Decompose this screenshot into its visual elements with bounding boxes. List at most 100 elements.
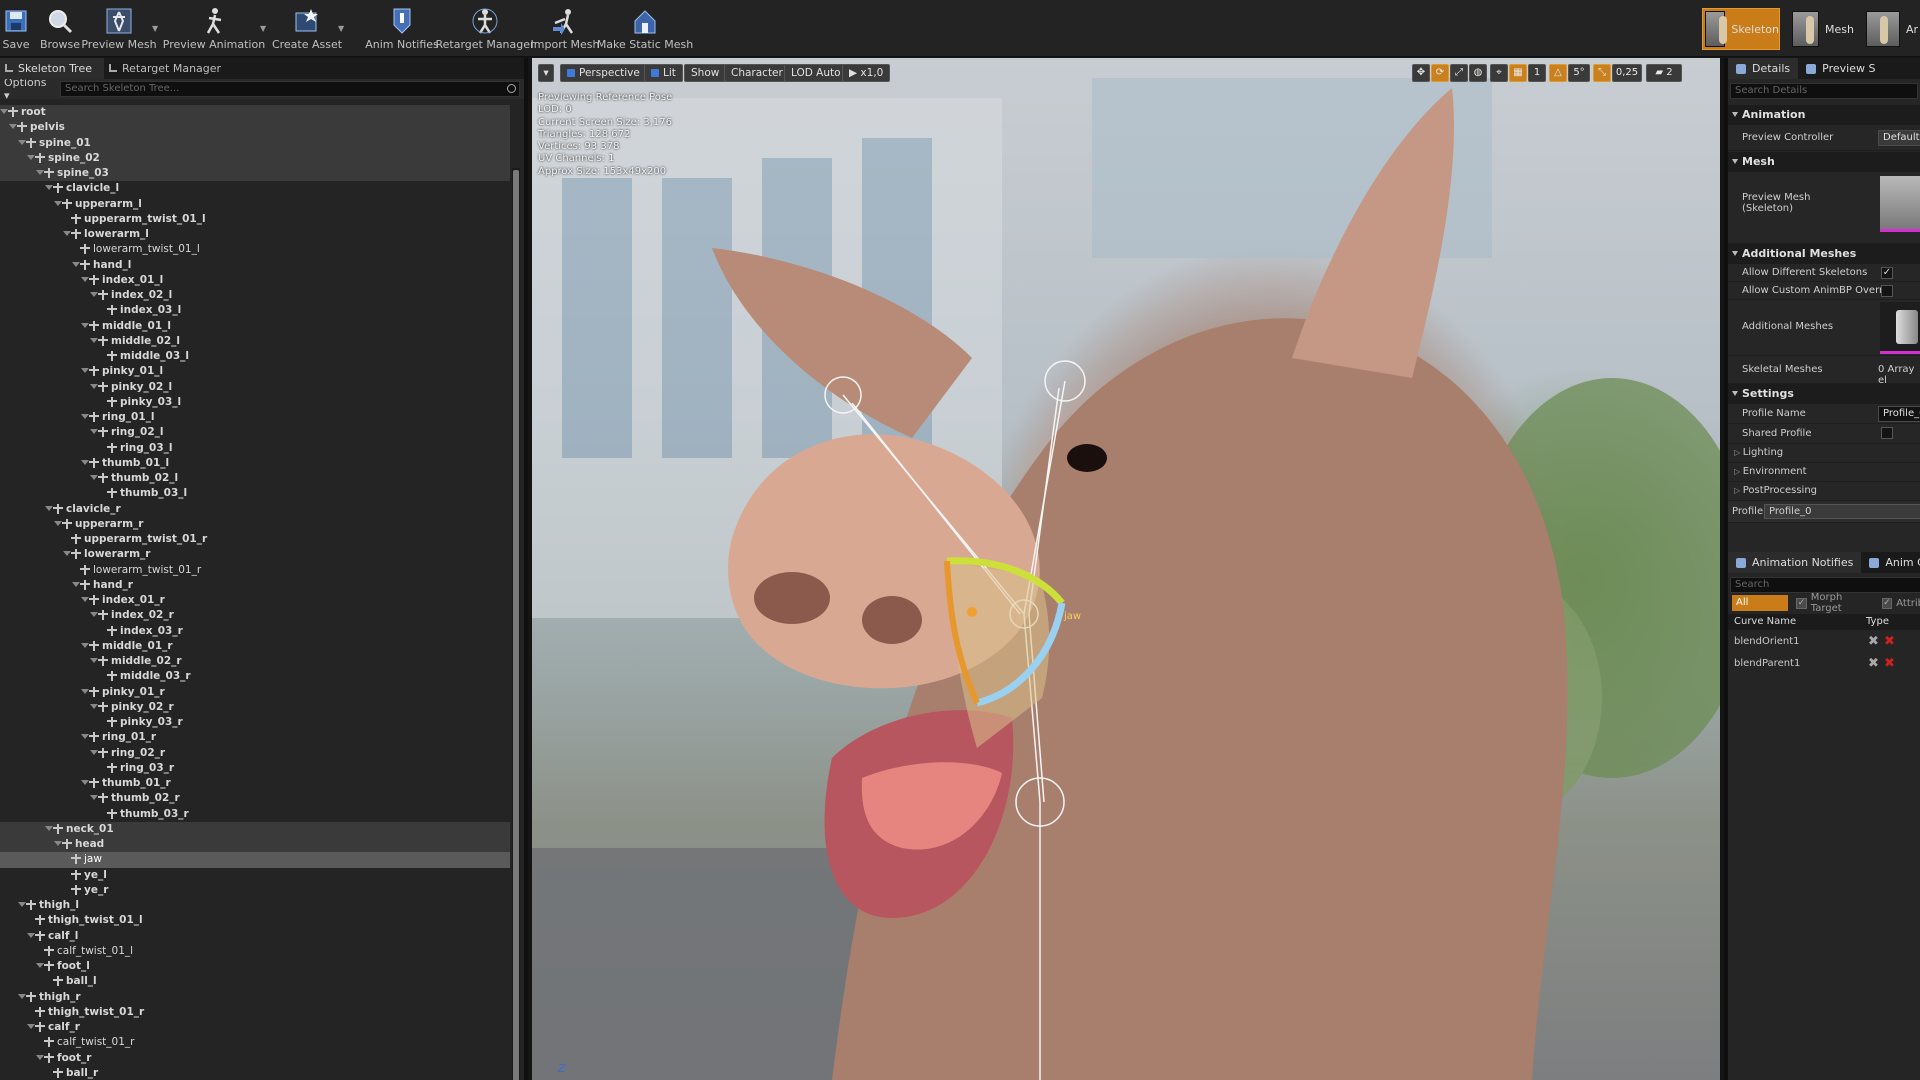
import-mesh-button[interactable]: Import Mesh	[531, 0, 599, 57]
tree-item-ye_r[interactable]: ye_r	[0, 883, 510, 898]
delete-curve-icon[interactable]: ✖	[1884, 656, 1895, 671]
tree-item-thigh_twist_01_r[interactable]: thigh_twist_01_r	[0, 1005, 510, 1020]
curve-name-header[interactable]: Curve Name	[1734, 616, 1796, 627]
tree-item-middle_01_r[interactable]: middle_01_r	[0, 639, 510, 654]
animation-category[interactable]: Animation	[1728, 105, 1920, 125]
rotate-tool-icon[interactable]: ⟳	[1431, 64, 1449, 82]
expand-arrow-icon[interactable]	[45, 185, 53, 191]
expand-arrow-icon[interactable]	[81, 688, 89, 694]
morph-type-icon[interactable]: ✖	[1868, 656, 1879, 671]
lod-button[interactable]: LOD Auto	[784, 64, 848, 82]
expand-arrow-icon[interactable]	[90, 475, 98, 480]
tree-item-pinky_01_r[interactable]: pinky_01_r	[0, 685, 510, 700]
expand-arrow-icon[interactable]	[90, 749, 98, 755]
tree-item-root[interactable]: root	[0, 105, 510, 121]
expand-arrow-icon[interactable]	[63, 551, 71, 557]
tree-item-middle_03_r[interactable]: middle_03_r	[0, 669, 510, 684]
expand-arrow-icon[interactable]	[81, 597, 89, 602]
expand-arrow-icon[interactable]	[18, 902, 26, 907]
tab-skeleton-tree[interactable]: Skeleton Tree	[0, 58, 104, 79]
expand-arrow-icon[interactable]	[18, 993, 26, 999]
surface-snap-icon[interactable]: ⌖	[1490, 64, 1508, 82]
browse-button[interactable]: Browse	[40, 0, 80, 57]
expand-arrow-icon[interactable]	[90, 337, 98, 343]
tree-item-calf_twist_01_l[interactable]: calf_twist_01_l	[0, 944, 510, 959]
tree-item-index_03_l[interactable]: index_03_l	[0, 303, 510, 318]
tab-preview-scene[interactable]: Preview S	[1798, 58, 1883, 79]
tree-item-thumb_02_r[interactable]: thumb_02_r	[0, 791, 510, 806]
shared-profile-checkbox[interactable]	[1881, 427, 1893, 439]
expand-arrow-icon[interactable]	[90, 703, 98, 709]
viewport-options-dropdown[interactable]: ▾	[538, 64, 554, 82]
expand-arrow-icon[interactable]	[27, 1024, 35, 1029]
allow-different-skeletons-checkbox[interactable]: ✓	[1881, 267, 1893, 279]
playback-speed-button[interactable]: ▶ x1,0	[842, 64, 891, 82]
tree-item-thigh_l[interactable]: thigh_l	[0, 898, 510, 913]
expand-arrow-icon[interactable]	[54, 200, 62, 206]
tree-item-head[interactable]: head	[0, 837, 510, 853]
details-search-input[interactable]: Search Details	[1730, 83, 1918, 99]
expand-arrow-icon[interactable]	[0, 109, 8, 114]
rotation-snap-icon[interactable]: △	[1549, 64, 1567, 82]
allow-custom-animbp-checkbox[interactable]	[1881, 285, 1893, 297]
delete-curve-icon[interactable]: ✖	[1884, 634, 1895, 649]
tree-item-index_03_r[interactable]: index_03_r	[0, 624, 510, 639]
tree-item-middle_03_l[interactable]: middle_03_l	[0, 349, 510, 364]
curve-row[interactable]: blendParent1 ✖ ✖	[1728, 654, 1920, 676]
translate-tool-icon[interactable]: ✥	[1412, 64, 1430, 82]
preview-mesh-thumbnail[interactable]	[1880, 176, 1920, 232]
animation-mode-button[interactable]: Ar	[1866, 8, 1920, 50]
chevron-down-icon[interactable]: ▼	[260, 24, 266, 33]
tree-item-thumb_01_l[interactable]: thumb_01_l	[0, 456, 510, 471]
tree-item-ring_01_l[interactable]: ring_01_l	[0, 410, 510, 425]
tree-item-index_01_l[interactable]: index_01_l	[0, 273, 510, 288]
expand-arrow-icon[interactable]	[45, 505, 53, 511]
tree-item-ring_02_l[interactable]: ring_02_l	[0, 425, 510, 440]
tree-item-pinky_01_l[interactable]: pinky_01_l	[0, 364, 510, 379]
additional-meshes-category[interactable]: Additional Meshes	[1728, 244, 1920, 264]
scale-tool-icon[interactable]: ⤢	[1450, 64, 1468, 82]
postprocessing-row[interactable]: PostProcessing	[1728, 482, 1920, 501]
perspective-button[interactable]: Perspective	[560, 64, 647, 82]
tree-item-thigh_twist_01_l[interactable]: thigh_twist_01_l	[0, 913, 510, 928]
all-curves-button[interactable]: All Curves	[1732, 595, 1789, 624]
morph-type-icon[interactable]: ✖	[1868, 634, 1879, 649]
tree-item-index_02_r[interactable]: index_02_r	[0, 608, 510, 623]
expand-arrow-icon[interactable]	[90, 292, 98, 297]
environment-row[interactable]: Environment	[1728, 463, 1920, 482]
expand-arrow-icon[interactable]	[36, 1054, 44, 1060]
preview-controller-dropdown[interactable]: Default	[1878, 130, 1920, 146]
expand-arrow-icon[interactable]	[81, 368, 89, 374]
expand-arrow-icon[interactable]	[81, 780, 89, 785]
tree-item-spine_02[interactable]: spine_02	[0, 150, 510, 166]
tree-item-jaw[interactable]: jaw	[0, 852, 510, 868]
create-asset-button[interactable]: Create Asset ▼	[272, 0, 344, 57]
profile-dropdown[interactable]: Profile_0	[1764, 504, 1920, 519]
tree-item-middle_02_l[interactable]: middle_02_l	[0, 334, 510, 349]
expand-arrow-icon[interactable]	[90, 383, 98, 389]
expand-arrow-icon[interactable]	[54, 841, 62, 846]
expand-arrow-icon[interactable]	[90, 795, 98, 801]
viewport[interactable]: jaw Z ▾ Perspective Lit Show Character L…	[532, 58, 1720, 1080]
attribute-checkbox[interactable]: ✓	[1881, 597, 1893, 609]
expand-arrow-icon[interactable]	[90, 429, 98, 435]
tree-item-ring_03_r[interactable]: ring_03_r	[0, 761, 510, 776]
tree-item-lowerarm_r[interactable]: lowerarm_r	[0, 547, 510, 562]
tree-item-thumb_01_r[interactable]: thumb_01_r	[0, 776, 510, 791]
expand-arrow-icon[interactable]	[81, 414, 89, 419]
expand-arrow-icon[interactable]	[54, 520, 62, 526]
curve-type-header[interactable]: Type	[1866, 616, 1889, 627]
options-dropdown[interactable]: Options ▾	[0, 76, 60, 102]
tree-item-thumb_03_r[interactable]: thumb_03_r	[0, 807, 510, 822]
tree-item-ring_02_r[interactable]: ring_02_r	[0, 746, 510, 761]
expand-arrow-icon[interactable]	[27, 154, 35, 160]
tree-item-index_01_r[interactable]: index_01_r	[0, 593, 510, 608]
world-space-icon[interactable]: ◍	[1469, 64, 1487, 82]
tree-item-calf_twist_01_r[interactable]: calf_twist_01_r	[0, 1035, 510, 1050]
make-static-mesh-button[interactable]: Make Static Mesh	[597, 0, 693, 57]
tree-item-ye_l[interactable]: ye_l	[0, 868, 510, 883]
tree-item-pinky_02_l[interactable]: pinky_02_l	[0, 380, 510, 395]
tree-item-hand_l[interactable]: hand_l	[0, 258, 510, 273]
tree-item-upperarm_r[interactable]: upperarm_r	[0, 517, 510, 532]
tree-item-pinky_02_r[interactable]: pinky_02_r	[0, 700, 510, 715]
